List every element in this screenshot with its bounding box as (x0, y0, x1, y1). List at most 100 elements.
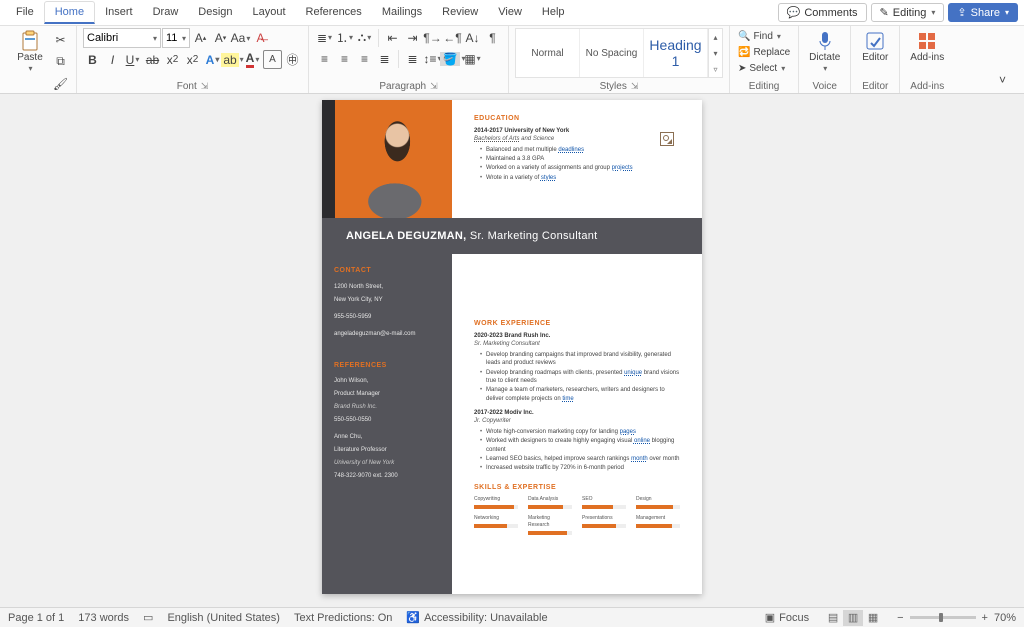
tab-help[interactable]: Help (532, 2, 575, 24)
paragraph-label: Paragraph (379, 81, 426, 92)
text-effects-button[interactable]: A▾ (203, 50, 222, 69)
text-predictions-status[interactable]: Text Predictions: On (294, 612, 392, 624)
style-no-spacing[interactable]: No Spacing (580, 29, 644, 77)
job1-bullet: Develop branding roadmaps with clients, … (480, 369, 680, 386)
zoom-level[interactable]: 70% (994, 612, 1016, 624)
editor-icon (864, 30, 886, 52)
page-number[interactable]: Page 1 of 1 (8, 612, 64, 624)
styles-expand[interactable]: ▿ (708, 61, 722, 77)
web-layout-button[interactable]: ▦ (863, 610, 883, 626)
copy-button[interactable]: ⧉ (51, 52, 70, 71)
numbering-button[interactable]: ⒈▾ (335, 28, 354, 47)
edu-bullet: Wrote in a variety of styles (480, 174, 680, 182)
zoom-in-button[interactable]: + (982, 612, 988, 624)
word-count[interactable]: 173 words (78, 612, 129, 624)
show-marks-button[interactable]: ¶ (483, 28, 502, 47)
change-case-button[interactable]: Aa▾ (231, 29, 250, 48)
tab-home[interactable]: Home (44, 1, 95, 24)
align-left-button[interactable]: ≡ (315, 49, 334, 68)
language-status[interactable]: English (United States) (167, 612, 280, 624)
tab-design[interactable]: Design (188, 2, 242, 24)
clipboard-icon (19, 30, 41, 52)
spell-check-icon[interactable]: ▭ (143, 611, 153, 624)
distributed-button[interactable]: ≣ (403, 49, 422, 68)
editor-button[interactable]: Editor (857, 28, 893, 65)
job1-line: 2020-2023 Brand Rush Inc. (474, 332, 680, 340)
shrink-font-button[interactable]: A▾ (211, 29, 230, 48)
font-color-button[interactable]: A▾ (243, 50, 262, 69)
references-heading: REFERENCES (334, 361, 440, 372)
group-voice: Dictate▾ Voice (799, 26, 851, 93)
shading-button[interactable]: 🪣▾ (443, 49, 462, 68)
character-border-button[interactable]: A (263, 50, 282, 69)
tab-mailings[interactable]: Mailings (372, 2, 432, 24)
borders-button[interactable]: ▦▾ (463, 49, 482, 68)
increase-indent-button[interactable]: ⇥ (403, 28, 422, 47)
style-heading-1[interactable]: Heading 1 (644, 29, 708, 77)
collapse-ribbon-button[interactable]: ˅ (993, 70, 1012, 89)
tab-insert[interactable]: Insert (95, 2, 143, 24)
clear-formatting-button[interactable]: A̶ (251, 29, 270, 48)
font-launcher[interactable]: ⇲ (201, 81, 209, 92)
paste-button[interactable]: Paste▾ (12, 28, 48, 76)
edu-dates-school: 2014-2017 University of New York (474, 127, 680, 135)
cut-button[interactable]: ✂ (51, 30, 70, 49)
subscript-button[interactable]: x2 (163, 50, 182, 69)
tab-layout[interactable]: Layout (243, 2, 296, 24)
replace-button[interactable]: 🔁Replace (736, 45, 792, 60)
highlight-button[interactable]: ab▾ (223, 50, 242, 69)
styles-launcher[interactable]: ⇲ (631, 81, 639, 92)
tab-draw[interactable]: Draw (143, 2, 189, 24)
share-button[interactable]: ⇪Share▾ (948, 3, 1018, 22)
zoom-slider[interactable] (910, 616, 976, 619)
zoom-out-button[interactable]: − (897, 612, 903, 624)
job1-title: Sr. Marketing Consultant (474, 340, 680, 348)
comments-button[interactable]: 💬Comments (778, 3, 867, 22)
profile-photo (322, 100, 452, 218)
job2-title: Jr. Copywriter (474, 417, 680, 425)
font-size-select[interactable]: 11▾ (162, 28, 190, 48)
addins-label: Add-ins (910, 81, 944, 92)
paragraph-launcher[interactable]: ⇲ (430, 81, 438, 92)
focus-mode-button[interactable]: ▣Focus (765, 611, 809, 624)
search-icon: 🔍 (738, 31, 750, 42)
select-button[interactable]: ➤Select▾ (736, 61, 787, 76)
strikethrough-button[interactable]: ab (143, 50, 162, 69)
multilevel-list-button[interactable]: ⛬▾ (355, 28, 374, 47)
align-center-button[interactable]: ≡ (335, 49, 354, 68)
replace-icon: 🔁 (738, 47, 750, 58)
styles-scroll-up[interactable]: ▴ (708, 29, 722, 45)
read-mode-button[interactable]: ▤ (823, 610, 843, 626)
tab-review[interactable]: Review (432, 2, 488, 24)
italic-button[interactable]: I (103, 50, 122, 69)
addins-button[interactable]: Add-ins (906, 28, 948, 65)
decrease-indent-button[interactable]: ⇤ (383, 28, 402, 47)
find-button[interactable]: 🔍Find▾ (736, 29, 783, 44)
document-canvas[interactable]: EDUCATION 2014-2017 University of New Yo… (0, 94, 1024, 607)
grow-font-button[interactable]: A▴ (191, 29, 210, 48)
sort-button[interactable]: A↓ (463, 28, 482, 47)
bullets-button[interactable]: ≣▾ (315, 28, 334, 47)
rtl-button[interactable]: ←¶ (443, 28, 462, 47)
enclose-characters-button[interactable]: ㊥ (283, 50, 302, 69)
editing-mode-button[interactable]: ✎Editing▾ (871, 3, 945, 22)
tab-file[interactable]: File (6, 2, 44, 24)
skills-heading: SKILLS & EXPERTISE (474, 483, 680, 493)
style-normal[interactable]: Normal (516, 29, 580, 77)
superscript-button[interactable]: x2 (183, 50, 202, 69)
editor-label: Editor (862, 81, 888, 92)
justify-button[interactable]: ≣ (375, 49, 394, 68)
tab-references[interactable]: References (296, 2, 372, 24)
group-clipboard: Paste▾ ✂ ⧉ 🖌 Clipboard⇲ (6, 26, 77, 93)
align-right-button[interactable]: ≡ (355, 49, 374, 68)
underline-button[interactable]: U▾ (123, 50, 142, 69)
print-layout-button[interactable]: ▥ (843, 610, 863, 626)
font-family-select[interactable]: Calibri▾ (83, 28, 161, 48)
ltr-button[interactable]: ¶→ (423, 28, 442, 47)
tab-view[interactable]: View (488, 2, 532, 24)
accessibility-status[interactable]: ♿Accessibility: Unavailable (406, 611, 547, 624)
format-painter-button[interactable]: 🖌 (51, 74, 70, 93)
dictate-button[interactable]: Dictate▾ (805, 28, 844, 76)
bold-button[interactable]: B (83, 50, 102, 69)
styles-scroll-down[interactable]: ▾ (708, 45, 722, 61)
